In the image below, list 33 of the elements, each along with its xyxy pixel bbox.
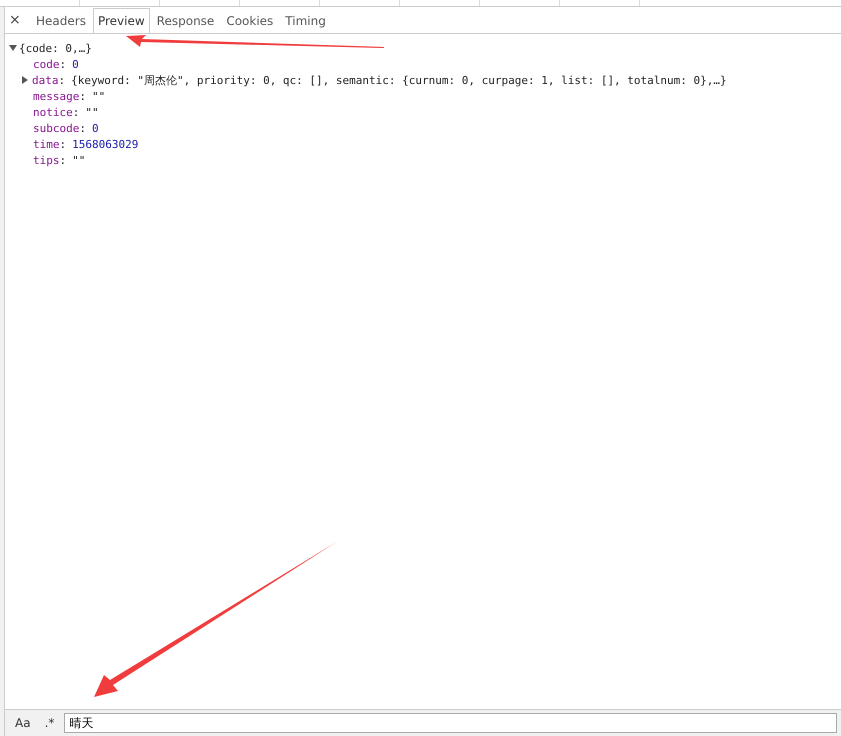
regex-button[interactable]: .* [40, 714, 58, 732]
json-key: time [33, 138, 60, 150]
json-summary: {code: 0,…} [19, 42, 92, 54]
json-value: "" [72, 154, 86, 166]
json-key: notice [33, 106, 73, 118]
colon: : [58, 74, 66, 86]
tab[interactable]: Preview [92, 8, 150, 33]
json-key: data [32, 74, 58, 86]
json-key: message [33, 90, 80, 102]
tab[interactable]: Timing [280, 8, 331, 33]
expand-triangle-icon[interactable] [9, 45, 17, 51]
close-icon[interactable]: × [9, 12, 25, 28]
expand-triangle-icon[interactable] [22, 76, 28, 84]
colon: : [79, 122, 86, 134]
json-value: "" [92, 90, 106, 102]
colon: : [60, 154, 66, 166]
tab[interactable]: Cookies [221, 8, 278, 33]
json-value: 1568063029 [72, 138, 138, 150]
json-key: code [33, 58, 60, 70]
json-key: subcode [33, 122, 80, 134]
json-value: 0 [92, 122, 99, 134]
colon: : [79, 90, 86, 102]
json-value: "" [85, 106, 99, 118]
colon: : [72, 106, 80, 118]
json-value: 0 [72, 58, 79, 70]
json-key: tips [33, 154, 60, 166]
colon: : [60, 138, 66, 150]
search-field[interactable]: 晴天 [64, 713, 837, 733]
json-value: {keyword: "周杰伦", priority: 0, qc: [], semantic: {curnum: 0, curpage: 1, list: [], totalnum: 0},…} [71, 72, 727, 88]
match-case-button[interactable]: Aa [11, 714, 35, 732]
tab[interactable]: Headers [31, 8, 91, 33]
tab[interactable]: Response [152, 8, 220, 33]
colon: : [60, 58, 66, 70]
